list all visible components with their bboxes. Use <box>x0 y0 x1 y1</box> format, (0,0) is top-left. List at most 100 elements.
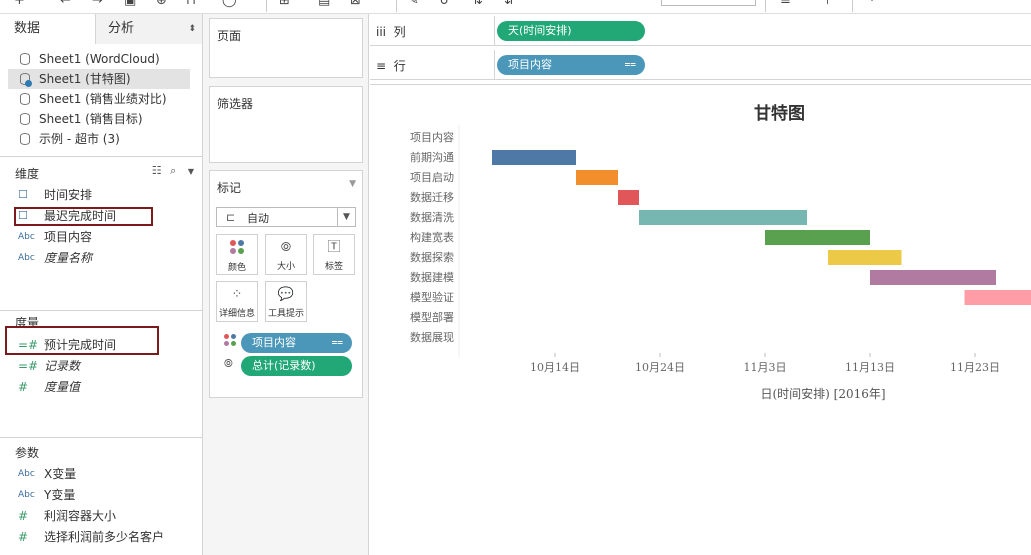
highlight-icon[interactable]: ✎ <box>408 0 419 8</box>
collapse-caret-icon[interactable]: ▼ <box>349 179 356 189</box>
pages-title: 页面 <box>217 29 242 43</box>
gantt-bar <box>828 250 902 265</box>
calc-hash-icon: =# <box>18 359 39 373</box>
undo-icon[interactable]: ← <box>60 0 71 8</box>
gantt-bar <box>618 190 639 205</box>
detail-button[interactable]: ⁘ 详细信息 <box>216 281 258 322</box>
menu-caret-icon[interactable]: ▼ <box>188 167 194 176</box>
datasource-item[interactable]: Sheet1 (WordCloud) <box>0 49 202 69</box>
dimension-field[interactable]: Abc 项目内容 <box>0 227 202 247</box>
dimensions-title: 维度 <box>15 167 40 181</box>
row-label: 数据迁移 <box>410 190 454 204</box>
tooltip-label: 工具提示 <box>267 309 304 319</box>
pill-label: 总计(记录数) <box>252 359 316 372</box>
measure-field[interactable]: =# 记录数 <box>0 356 202 376</box>
view-grid-icon[interactable]: ☷ <box>152 164 162 177</box>
new-datasource-icon[interactable]: ⊕ <box>156 0 167 8</box>
shelves-column: 页面 筛选器 标记 ▼ ⊏ 自动 ▼ 颜色 ⦾ 大小 🅃 标签 ⁘ 详细信息 💬… <box>203 14 369 555</box>
columns-shelf[interactable]: iii 列 天(时间安排) <box>370 16 1031 46</box>
size-icon: ⦾ <box>224 357 233 370</box>
toolbar-separator <box>765 0 766 12</box>
duplicate-sheet-icon[interactable]: ▤ <box>318 0 330 8</box>
run-update-icon[interactable]: ◯ <box>222 0 237 8</box>
group-icon[interactable]: ☌ <box>440 0 449 8</box>
field-label: X变量 <box>44 467 77 481</box>
label-button[interactable]: 🅃 标签 <box>313 234 355 275</box>
columns-icon: iii <box>376 25 387 39</box>
columns-pill[interactable]: 天(时间安排) <box>497 21 645 41</box>
tableau-logo-icon[interactable]: +⁺ <box>14 0 32 8</box>
datasource-item[interactable]: 示例 - 超市 (3) <box>0 129 202 149</box>
fit-dropdown[interactable] <box>661 0 756 6</box>
pill-label: 项目内容 <box>252 336 296 349</box>
parameter-field[interactable]: Abc Y变量 <box>0 485 202 505</box>
field-label: Y变量 <box>44 488 76 502</box>
gantt-mark-icon: ⊏ <box>226 211 236 224</box>
sort-descending-icon[interactable]: ⇵ <box>504 0 515 8</box>
measure-field[interactable]: # 度量值 <box>0 377 202 397</box>
rows-pill[interactable]: 项目内容 ⩵ <box>497 55 645 75</box>
parameter-field[interactable]: Abc X变量 <box>0 464 202 484</box>
detail-label: 详细信息 <box>218 309 255 319</box>
marks-pill-size[interactable]: 总计(记录数) <box>241 356 352 376</box>
rows-shelf[interactable]: ≡ 行 项目内容 ⩵ <box>370 50 1031 80</box>
dropdown-caret-icon: ▼ <box>337 208 355 226</box>
toolbar: +⁺ ← → ▣ ⊕ ⊓ ◯ ⊞ ▤ ⊠ ✎ ☌ ⇅ ⇵ ≡ ⊤ ꞏ <box>0 0 1031 14</box>
show-cards-icon[interactable]: ≡ <box>780 0 791 8</box>
filters-card[interactable]: 筛选器 <box>209 86 363 163</box>
marks-pill-color[interactable]: 项目内容 ⩵ <box>241 333 352 353</box>
hash-icon: # <box>18 530 29 544</box>
color-dots-icon <box>230 240 244 254</box>
parameter-field[interactable]: # 选择利润前多少名客户 <box>0 527 202 547</box>
row-label: 模型部署 <box>410 310 454 324</box>
mark-type-dropdown[interactable]: ⊏ 自动 ▼ <box>216 207 356 227</box>
search-icon[interactable]: ⌕ <box>170 164 176 177</box>
field-label: 度量名称 <box>44 251 93 265</box>
parameter-field[interactable]: # 利润容器大小 <box>0 506 202 526</box>
new-worksheet-icon[interactable]: ⊞ <box>279 0 290 8</box>
rows-icon: ≡ <box>376 59 387 73</box>
tooltip-button[interactable]: 💬 工具提示 <box>265 281 307 322</box>
datasource-item[interactable]: Sheet1 (销售业绩对比) <box>0 89 202 109</box>
x-tick-label: 10月24日 <box>635 361 685 374</box>
presentation-icon[interactable]: ⊤ <box>822 0 833 8</box>
detail-dots-icon: ⁘ <box>231 287 243 302</box>
pages-card[interactable]: 页面 <box>209 18 363 78</box>
hash-icon: # <box>18 509 29 523</box>
tab-analysis[interactable]: 分析 ⬍ <box>96 14 202 44</box>
datasource-item-selected[interactable]: Sheet1 (甘特图) <box>8 69 190 89</box>
dimension-field[interactable]: ☐ 时间安排 <box>0 185 202 205</box>
datasource-item[interactable]: Sheet1 (销售目标) <box>0 109 202 129</box>
marks-card: 标记 ▼ ⊏ 自动 ▼ 颜色 ⦾ 大小 🅃 标签 ⁘ 详细信息 💬 工具提示 项… <box>209 170 363 398</box>
size-button[interactable]: ⦾ 大小 <box>265 234 307 275</box>
x-tick-label: 10月14日 <box>530 361 580 374</box>
toolbar-separator <box>266 0 267 12</box>
datasource-label: Sheet1 (销售业绩对比) <box>39 92 167 106</box>
section-divider <box>0 437 202 438</box>
gantt-bar <box>870 270 996 285</box>
gantt-bar <box>964 290 1031 305</box>
annotation-highlight-box <box>5 326 159 355</box>
annotation-highlight-box <box>14 207 153 226</box>
section-divider <box>0 156 202 157</box>
dimension-field[interactable]: Abc 度量名称 <box>0 248 202 268</box>
share-icon[interactable]: ꞏ <box>870 0 874 8</box>
sort-ascending-icon[interactable]: ⇅ <box>472 0 483 8</box>
row-label: 前期沟通 <box>410 150 454 164</box>
database-icon <box>20 113 30 125</box>
pause-updates-icon[interactable]: ⊓ <box>186 0 196 8</box>
x-tick-label: 11月3日 <box>744 361 787 374</box>
redo-icon[interactable]: → <box>92 0 103 8</box>
shelf-divider <box>494 16 495 46</box>
row-label: 构建宽表 <box>410 230 454 244</box>
size-label: 大小 <box>276 262 295 272</box>
gantt-bar <box>492 150 576 165</box>
gantt-bar <box>576 170 618 185</box>
clear-sheet-icon[interactable]: ⊠ <box>350 0 361 8</box>
row-label: 模型验证 <box>410 290 454 304</box>
tab-data[interactable]: 数据 <box>0 14 96 44</box>
save-icon[interactable]: ▣ <box>124 0 136 8</box>
color-button[interactable]: 颜色 <box>216 234 258 275</box>
up-down-arrow-icon[interactable]: ⬍ <box>188 14 196 44</box>
gantt-chart: 项目内容前期沟通项目启动数据迁移数据清洗构建宽表数据探索数据建模模型验证模型部署… <box>410 125 1031 401</box>
